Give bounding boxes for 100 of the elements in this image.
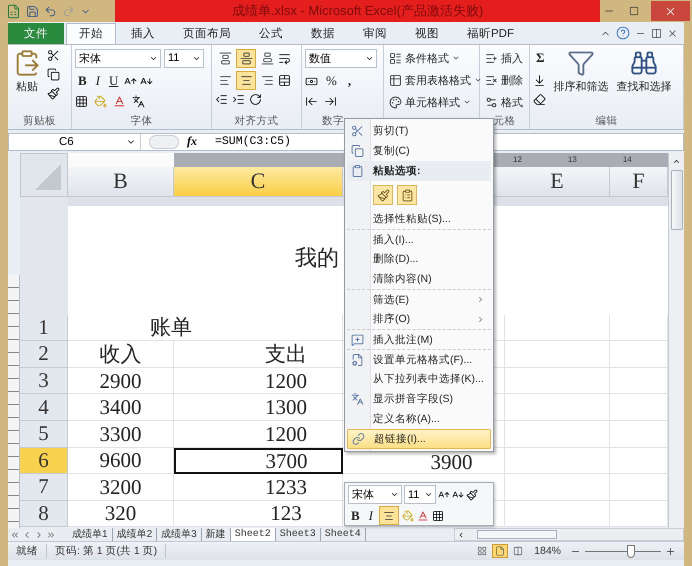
borders-icon[interactable] (75, 94, 88, 108)
decrease-decimal-icon[interactable] (324, 94, 337, 108)
find-select-button[interactable]: 查找和选择 (614, 48, 674, 113)
row-header[interactable]: 3 (20, 368, 68, 394)
column-header[interactable]: E (505, 166, 610, 197)
name-box[interactable]: C6 (9, 134, 141, 150)
save-icon[interactable] (26, 4, 39, 18)
menu-item[interactable]: 复制(C) (347, 141, 491, 161)
align-center-button[interactable] (379, 506, 400, 525)
scrollbar-thumb[interactable] (670, 170, 682, 230)
bold-button[interactable]: B (348, 506, 363, 525)
sheet-tab[interactable]: Sheet2 (230, 528, 276, 542)
ribbon-tab[interactable]: 公式 (246, 22, 296, 44)
font-color-icon[interactable] (417, 510, 430, 522)
underline-button[interactable]: U (106, 72, 122, 91)
menu-item[interactable]: 排序(O) (347, 309, 491, 329)
merge-icon[interactable] (278, 74, 291, 87)
font-size-field[interactable]: 11 (404, 485, 436, 504)
cut-icon[interactable] (47, 48, 60, 62)
ribbon-tab[interactable]: 插入 (118, 22, 168, 44)
format-painter-icon[interactable] (466, 488, 478, 500)
paste-formatting-button[interactable] (373, 185, 393, 205)
cells-menu-button[interactable]: 删除 (483, 70, 525, 90)
menu-item[interactable]: 选择性粘贴(S)... (347, 209, 491, 229)
row-header[interactable]: 2 (20, 341, 68, 368)
row-header[interactable]: 1 (20, 314, 68, 342)
style-menu-button[interactable]: 条件格式 (387, 48, 484, 68)
font-size-field[interactable]: 11 (164, 48, 204, 68)
format-painter-icon[interactable] (47, 86, 60, 100)
row-header[interactable]: 4 (20, 394, 68, 421)
menu-item[interactable]: 定义名称(A)... (347, 409, 491, 429)
menu-item[interactable]: 设置单元格格式(F)... (347, 349, 491, 369)
close-icon[interactable] (667, 28, 678, 39)
eraser-icon[interactable] (533, 92, 546, 106)
menu-item[interactable]: 显示拼音字段(S) (347, 389, 491, 409)
copy-icon[interactable] (47, 68, 60, 81)
menu-item[interactable]: 剪切(T) (347, 121, 491, 141)
borders-icon[interactable] (432, 510, 444, 522)
phonetic-icon[interactable] (132, 94, 145, 108)
fill-color-icon[interactable] (94, 94, 107, 108)
menu-item[interactable]: 筛选(E) (347, 289, 491, 309)
indent-increase-icon[interactable] (232, 92, 245, 106)
row-header[interactable]: 7 (20, 474, 68, 501)
scrollbar-thumb[interactable] (477, 530, 557, 540)
autosum-button[interactable]: Σ (533, 48, 548, 68)
formula-field[interactable]: =SUM(C3:C5) (215, 135, 291, 148)
menu-item[interactable]: 超链接(I)... (347, 429, 491, 449)
sort-filter-button[interactable]: 排序和筛选 (552, 48, 610, 113)
undo-icon[interactable] (44, 4, 57, 18)
grow-font-icon[interactable] (438, 488, 450, 500)
restore-icon[interactable] (651, 28, 662, 39)
increase-decimal-icon[interactable] (305, 94, 318, 108)
insert-function-button[interactable]: fx (187, 134, 209, 150)
paste-values-button[interactable] (397, 185, 417, 205)
close-button[interactable] (651, 1, 690, 21)
first-sheet-icon[interactable] (10, 530, 20, 540)
fill-color-icon[interactable] (402, 510, 414, 522)
ribbon-tab[interactable]: 审阅 (350, 22, 400, 44)
row-header[interactable]: 5 (20, 420, 68, 448)
ribbon-tab[interactable]: 文件 (8, 22, 64, 44)
font-color-icon[interactable] (113, 94, 126, 108)
fill-icon[interactable] (533, 74, 546, 87)
orientation-icon[interactable] (249, 92, 262, 106)
vertical-scrollbar[interactable] (668, 152, 684, 528)
menu-item[interactable]: 从下拉列表中选择(K)... (347, 369, 491, 389)
cells-menu-button[interactable]: 插入 (483, 48, 525, 68)
page-layout-button[interactable] (492, 544, 508, 558)
style-menu-button[interactable]: 单元格样式 (387, 92, 484, 112)
font-name-field[interactable]: 宋体 (75, 48, 161, 68)
shrink-font-icon[interactable] (452, 488, 464, 500)
zoom-percent[interactable]: 184% (526, 545, 570, 558)
last-sheet-icon[interactable] (46, 530, 56, 540)
zoom-in-icon[interactable] (665, 546, 676, 557)
italic-button[interactable]: I (92, 72, 104, 91)
row-header[interactable]: 6 (20, 448, 68, 474)
align-middle-button[interactable] (236, 48, 256, 68)
help-icon[interactable] (616, 26, 630, 40)
number-format-field[interactable]: 数值 (305, 48, 377, 68)
column-header[interactable]: C (174, 166, 343, 197)
percent-button[interactable]: % (323, 72, 340, 91)
indent-decrease-icon[interactable] (215, 92, 228, 106)
ribbon-tab[interactable]: 福昕PDF (454, 22, 527, 44)
align-center-button[interactable] (236, 70, 256, 90)
italic-button[interactable]: I (366, 506, 376, 525)
paste-button[interactable]: 粘贴 (11, 48, 43, 113)
cells-menu-button[interactable]: 格式 (483, 92, 525, 112)
ribbon-tab[interactable]: 页面布局 (170, 22, 244, 44)
zoom-thumb[interactable] (626, 544, 635, 558)
ribbon-tab[interactable]: 开始 (66, 22, 116, 44)
font-name-field[interactable]: 宋体 (348, 485, 402, 504)
column-header[interactable]: F (610, 166, 668, 197)
row-header[interactable]: 8 (20, 500, 68, 528)
wrap-text-icon[interactable] (278, 52, 291, 65)
style-menu-button[interactable]: 套用表格格式 (387, 70, 484, 90)
comma-button[interactable]: , (344, 72, 354, 91)
column-header[interactable]: B (68, 166, 174, 197)
ribbon-tab[interactable]: 数据 (298, 22, 348, 44)
menu-item[interactable]: 插入(I)... (347, 229, 491, 249)
menu-item[interactable]: 清除内容(N) (347, 269, 491, 289)
menu-item[interactable]: 删除(D)... (347, 249, 491, 269)
